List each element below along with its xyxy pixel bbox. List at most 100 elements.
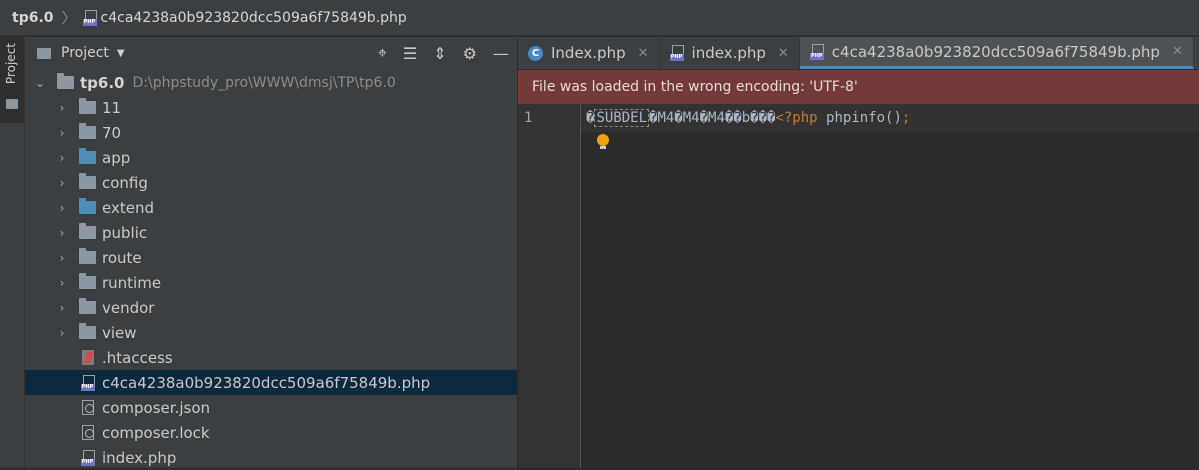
folder-icon	[79, 298, 96, 314]
source-folder-icon	[79, 148, 96, 164]
class-icon: C	[528, 45, 543, 61]
tree-file-row[interactable]: .htaccess	[25, 345, 517, 370]
editor-tab-bar: C Index.php ✕ PHP index.php ✕ PHP c4ca42…	[518, 37, 1199, 69]
folder-icon	[79, 273, 96, 289]
tree-folder-name: app	[102, 148, 131, 167]
control-char-subdel: SUBDEL	[594, 109, 650, 127]
chevron-down-icon[interactable]: ⌄	[35, 76, 45, 90]
breadcrumb-file[interactable]: c4ca4238a0b923820dcc509a6f75849b.php	[101, 10, 407, 26]
chevron-right-icon[interactable]: ›	[57, 201, 67, 215]
chevron-right-icon[interactable]: ›	[57, 326, 67, 340]
php-file-icon: PHP	[79, 449, 96, 466]
json-file-icon	[79, 425, 96, 440]
folder-icon	[79, 98, 96, 114]
line-number: 1	[524, 110, 533, 126]
chevron-right-icon[interactable]: ›	[57, 276, 67, 290]
tab-overflow[interactable]: C	[1194, 37, 1199, 69]
source-folder-icon	[79, 198, 96, 214]
tree-folder-row[interactable]: › 70	[25, 120, 517, 145]
close-icon[interactable]: ✕	[778, 46, 789, 61]
function-call: phpinfo()	[817, 110, 902, 126]
chevron-right-icon[interactable]: ›	[57, 251, 67, 265]
chevron-right-icon[interactable]: ›	[57, 226, 67, 240]
project-tool-label: Project	[4, 43, 18, 85]
tree-folder-row[interactable]: › public	[25, 220, 517, 245]
expand-all-icon[interactable]: ☰	[403, 44, 417, 63]
php-file-icon: PHP	[82, 9, 97, 26]
navigation-bar: tp6.0 〉 PHP c4ca4238a0b923820dcc509a6f75…	[0, 0, 1199, 36]
tree-folder-row[interactable]: › vendor	[25, 295, 517, 320]
htaccess-icon	[79, 350, 96, 365]
target-icon[interactable]: ⌖	[378, 43, 387, 63]
chevron-right-icon[interactable]: ›	[57, 126, 67, 140]
panel-toolbar: ⌖ ☰ ⇕ ⚙ —	[378, 37, 509, 69]
tree-folder-row[interactable]: › runtime	[25, 270, 517, 295]
tab-active-file[interactable]: PHP c4ca4238a0b923820dcc509a6f75849b.php…	[799, 37, 1194, 69]
code-line[interactable]: � SUBDEL �M4�M4�M4��b���<?php phpinfo();	[586, 109, 911, 127]
tree-folder-row[interactable]: › route	[25, 245, 517, 270]
tree-file-name: .htaccess	[102, 348, 173, 367]
tree-folder-name: runtime	[102, 273, 162, 292]
folder-icon	[79, 248, 96, 264]
tree-file-row[interactable]: composer.json	[25, 395, 517, 420]
php-file-icon: PHP	[669, 45, 684, 61]
php-file-icon: PHP	[79, 374, 96, 391]
chevron-right-icon[interactable]: ›	[57, 301, 67, 315]
php-file-icon: PHP	[809, 43, 824, 60]
garbled-bytes: �M4�M4�M4��b���	[649, 110, 776, 126]
tree-folder-row[interactable]: › extend	[25, 195, 517, 220]
breadcrumb-separator: 〉	[61, 9, 77, 27]
left-tool-strip: Project	[0, 37, 25, 468]
tree-file-name: composer.json	[102, 398, 211, 417]
chevron-down-icon[interactable]: ▼	[117, 48, 125, 59]
folder-icon	[57, 73, 74, 89]
tab-label: Index.php	[551, 44, 626, 62]
tree-file-row-selected[interactable]: PHP c4ca4238a0b923820dcc509a6f75849b.php	[25, 370, 517, 395]
encoding-warning-banner: File was loaded in the wrong encoding: '…	[518, 70, 1199, 104]
chevron-right-icon[interactable]: ›	[57, 151, 67, 165]
tab-label: c4ca4238a0b923820dcc509a6f75849b.php	[831, 42, 1160, 61]
close-icon[interactable]: ✕	[638, 46, 649, 61]
tree-folder-name: extend	[102, 198, 154, 217]
tree-folder-name: 70	[102, 123, 122, 142]
collapse-all-icon[interactable]: ⇕	[433, 44, 446, 63]
project-panel: Project ▼ ⌖ ☰ ⇕ ⚙ — ⌄ tp6.0 D:\phpstudy_…	[25, 37, 518, 468]
project-tree: ⌄ tp6.0 D:\phpstudy_pro\WWW\dmsj\TP\tp6.…	[25, 70, 517, 470]
project-panel-title[interactable]: Project	[61, 45, 109, 61]
tree-folder-name: 11	[102, 98, 122, 117]
project-tool-tab[interactable]: Project	[0, 37, 24, 123]
close-icon[interactable]: ✕	[1172, 44, 1183, 59]
tree-folder-row[interactable]: › config	[25, 170, 517, 195]
tree-folder-row[interactable]: › 11	[25, 95, 517, 120]
tree-folder-name: config	[102, 173, 148, 192]
tree-root-path: D:\phpstudy_pro\WWW\dmsj\TP\tp6.0	[132, 74, 396, 91]
line-gutter: 1	[518, 104, 581, 468]
tree-folder-row[interactable]: › view	[25, 320, 517, 345]
tab-index-class[interactable]: C Index.php ✕	[518, 37, 660, 69]
tree-folder-name: vendor	[102, 298, 155, 317]
chevron-right-icon[interactable]: ›	[57, 101, 67, 115]
tree-file-row[interactable]: composer.lock	[25, 420, 517, 445]
semicolon: ;	[901, 110, 911, 126]
tree-file-row[interactable]: PHP index.php	[25, 445, 517, 470]
tree-root-name: tp6.0	[80, 73, 125, 92]
minimize-icon[interactable]: —	[493, 44, 509, 63]
folder-icon	[6, 99, 18, 109]
code-editor[interactable]: 1 � SUBDEL �M4�M4�M4��b���<?php phpinfo();	[518, 104, 1199, 468]
folder-icon	[37, 47, 51, 59]
chevron-right-icon[interactable]: ›	[57, 176, 67, 190]
tab-index-php[interactable]: PHP index.php ✕	[660, 37, 800, 69]
tree-folder-name: public	[102, 223, 148, 242]
tree-folder-name: route	[102, 248, 142, 267]
gear-icon[interactable]: ⚙	[463, 44, 477, 63]
json-file-icon	[79, 400, 96, 415]
php-open-tag: <?php	[775, 110, 818, 126]
folder-icon	[79, 173, 96, 189]
tree-file-name: composer.lock	[102, 423, 210, 442]
breadcrumb-root[interactable]: tp6.0	[12, 10, 54, 26]
tree-root-row[interactable]: ⌄ tp6.0 D:\phpstudy_pro\WWW\dmsj\TP\tp6.…	[25, 70, 517, 95]
folder-icon	[79, 223, 96, 239]
lightbulb-icon[interactable]	[597, 134, 609, 149]
tree-folder-row[interactable]: › app	[25, 145, 517, 170]
tree-folder-name: view	[102, 323, 137, 342]
